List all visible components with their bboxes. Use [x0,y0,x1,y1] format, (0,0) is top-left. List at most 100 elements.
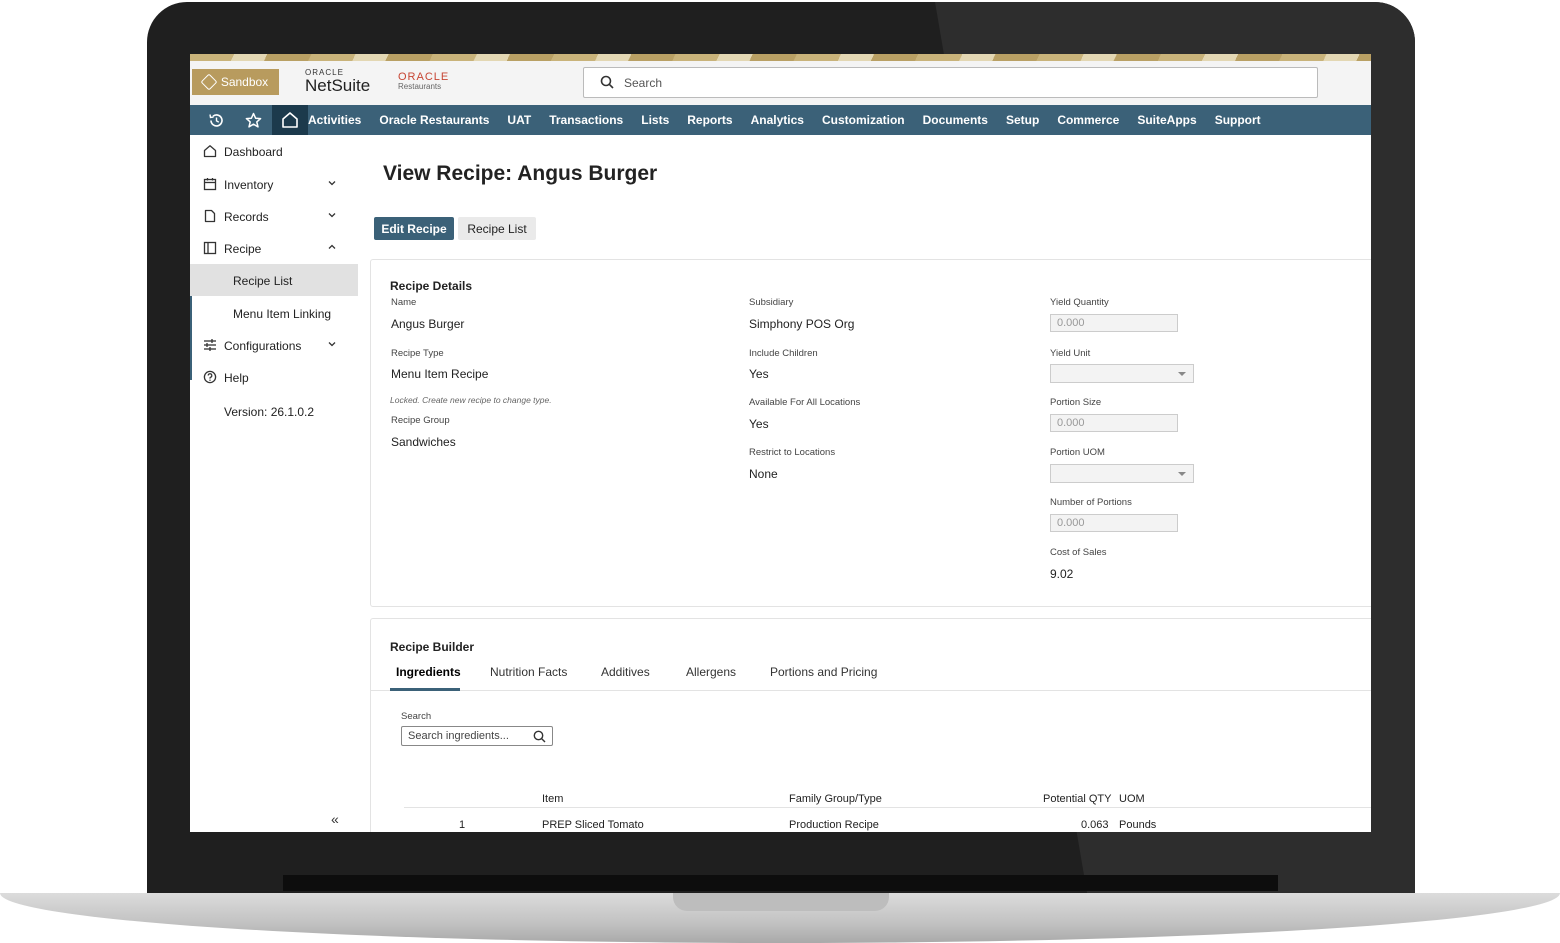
nav-item-transactions[interactable]: Transactions [549,113,623,127]
sidebar: Dashboard Inventory Records Recipe Recip… [190,135,359,832]
sandbox-label: Sandbox [220,75,269,89]
sidebar-item-recipe-list[interactable]: Recipe List [190,264,358,296]
home-button[interactable] [272,105,308,135]
cost-of-sales-value: 9.02 [1050,567,1074,581]
recipe-type-note: Locked. Create new recipe to change type… [390,395,552,405]
sidebar-item-label: Inventory [224,178,274,192]
search-icon [533,730,546,743]
sidebar-item-help[interactable]: Help [190,362,358,392]
field-label: Portion UOM [1050,447,1105,458]
netsuite-logo[interactable]: ORACLE NetSuite [305,69,371,95]
section-title: Recipe Builder [390,640,475,654]
sidebar-item-label: Dashboard [224,145,283,159]
app-header: Sandbox ORACLE NetSuite ORACLE Restauran… [190,61,1371,106]
row-qty: 0.063 [1081,819,1109,831]
tab-nutrition-facts[interactable]: Nutrition Facts [490,665,567,679]
nav-item-suiteapps[interactable]: SuiteApps [1137,113,1196,127]
sandbox-badge[interactable]: Sandbox [192,69,279,95]
calendar-icon [203,178,217,191]
field-label: Name [391,297,417,308]
nav-item-uat[interactable]: UAT [507,113,531,127]
recipe-name-value: Angus Burger [391,317,465,331]
sidebar-item-configurations[interactable]: Configurations [190,330,358,360]
column-header-qty[interactable]: Potential QTY [1043,793,1111,805]
favorites-button[interactable] [235,105,271,135]
nav-item-oracle-restaurants[interactable]: Oracle Restaurants [379,113,489,127]
version-text: Version: 26.1.0.2 [224,405,315,419]
chevron-up-icon [328,244,336,249]
global-search-input[interactable]: Search [583,67,1318,98]
number-of-portions-field[interactable]: 0.000 [1050,514,1178,532]
ingredient-search-input[interactable]: Search ingredients... [401,726,553,746]
logo-netsuite-text: NetSuite [305,76,371,95]
sidebar-item-label: Records [224,210,269,224]
column-header-uom[interactable]: UOM [1119,793,1145,805]
portion-uom-select[interactable] [1050,464,1194,483]
sidebar-item-label: Recipe List [233,274,293,288]
include-children-value: Yes [749,367,769,381]
nav-item-support[interactable]: Support [1215,113,1261,127]
row-item[interactable]: PREP Sliced Tomato [542,819,644,831]
restrict-locations-value: None [749,467,778,481]
row-family: Production Recipe [789,819,879,831]
recipe-group-value: Sandwiches [391,435,456,449]
laptop-hinge [283,875,1278,891]
section-title: Recipe Details [390,279,473,293]
chevron-down-icon [328,181,336,186]
nav-item-activities[interactable]: Activities [308,113,361,127]
sidebar-item-recipe[interactable]: Recipe [190,233,358,263]
field-label: Subsidiary [749,297,794,308]
laptop-notch [673,893,889,911]
tab-portions-and-pricing[interactable]: Portions and Pricing [770,665,877,679]
sidebar-item-records[interactable]: Records [190,201,358,231]
sidebar-item-label: Recipe [224,242,262,256]
recipe-list-button[interactable]: Recipe List [458,217,536,240]
sidebar-item-label: Help [224,371,249,385]
column-header-item[interactable]: Item [542,793,563,805]
search-icon [600,75,614,89]
row-number: 1 [459,819,466,831]
recipe-type-value: Menu Item Recipe [391,367,489,381]
sidebar-item-dashboard[interactable]: Dashboard [190,136,358,166]
oracle-restaurants-logo: ORACLE Restaurants [398,72,449,91]
nav-item-commerce[interactable]: Commerce [1057,113,1119,127]
field-label: Restrict to Locations [749,447,836,458]
chevron-down-icon [1178,372,1186,376]
nav-item-reports[interactable]: Reports [687,113,732,127]
sidebar-item-label: Menu Item Linking [233,307,332,321]
field-label: Available For All Locations [749,397,861,408]
field-label: Cost of Sales [1050,547,1107,558]
tab-allergens[interactable]: Allergens [686,665,736,679]
search-label: Search [401,711,432,722]
tab-additives[interactable]: Additives [601,665,650,679]
history-icon [208,113,223,127]
sliders-icon [204,339,216,351]
chevron-down-icon [328,342,336,347]
logo-restaurants-text: Restaurants [398,82,442,91]
chevron-down-icon [1178,472,1186,476]
page-title: View Recipe: Angus Burger [383,162,658,185]
field-label: Number of Portions [1050,497,1132,508]
portion-size-field[interactable]: 0.000 [1050,414,1178,432]
nav-menu: Activities Oracle Restaurants UAT Transa… [308,105,1279,135]
main-nav: Activities Oracle Restaurants UAT Transa… [190,105,1371,135]
tab-ingredients[interactable]: Ingredients [396,665,461,679]
edit-recipe-button[interactable]: Edit Recipe [374,217,454,240]
collapse-sidebar-button[interactable]: « [331,811,339,827]
field-label: Include Children [749,348,818,359]
nav-item-lists[interactable]: Lists [641,113,669,127]
field-label: Recipe Type [391,348,444,359]
panel-icon [203,241,217,255]
nav-item-analytics[interactable]: Analytics [751,113,804,127]
row-uom: Pounds [1119,819,1157,831]
column-header-family[interactable]: Family Group/Type [789,793,882,805]
yield-unit-select[interactable] [1050,364,1194,383]
all-locations-value: Yes [749,417,769,431]
sidebar-item-inventory[interactable]: Inventory [190,169,358,199]
yield-quantity-field[interactable]: 0.000 [1050,314,1178,332]
nav-item-customization[interactable]: Customization [822,113,905,127]
sidebar-item-menu-item-linking[interactable]: Menu Item Linking [190,297,358,329]
nav-item-setup[interactable]: Setup [1006,113,1039,127]
nav-item-documents[interactable]: Documents [923,113,988,127]
recent-records-button[interactable] [198,105,234,135]
